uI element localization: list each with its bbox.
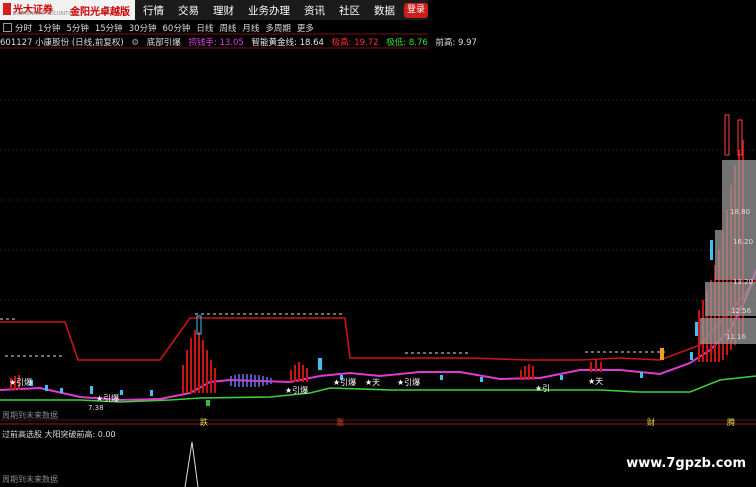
future-data-label: 周期到未来数据 [2, 475, 58, 484]
signal-label: ★引爆 [333, 378, 357, 387]
signal-label: ★引 [535, 384, 551, 393]
low-price-label: 7.38 [88, 404, 104, 412]
signal-label: ★引爆 [285, 386, 309, 395]
signal-label: ★引爆 [397, 378, 421, 387]
signal-label: ★引爆 [96, 394, 120, 403]
price-label: 12.56 [731, 307, 752, 315]
grid-lines [0, 99, 756, 301]
marker-label: 涨 [336, 418, 344, 427]
marker-label: 财 [647, 418, 655, 427]
signal-label: ★天 [588, 377, 604, 386]
price-label: 16.20 [733, 238, 754, 246]
price-label: 18.80 [730, 208, 751, 216]
watermark: www.7gpzb.com [626, 456, 746, 471]
candles [30, 114, 743, 406]
candlestick-chart [0, 33, 756, 487]
indicator-panel-title: 过前高选股 大阳突破前高: 0.00 [2, 430, 116, 439]
signal-label: ★引爆 [9, 378, 33, 387]
marker-label: 腾 [727, 418, 735, 427]
signal-label: ★天 [365, 378, 381, 387]
red-resistance-line [0, 279, 756, 361]
price-label: 13.20 [733, 278, 754, 286]
breakout-spike [184, 441, 199, 487]
price-label: 11.16 [726, 333, 747, 341]
future-data-label: 周期到未来数据 [2, 411, 58, 420]
red-volume-bars [10, 140, 744, 393]
marker-label: 跌 [200, 418, 208, 427]
